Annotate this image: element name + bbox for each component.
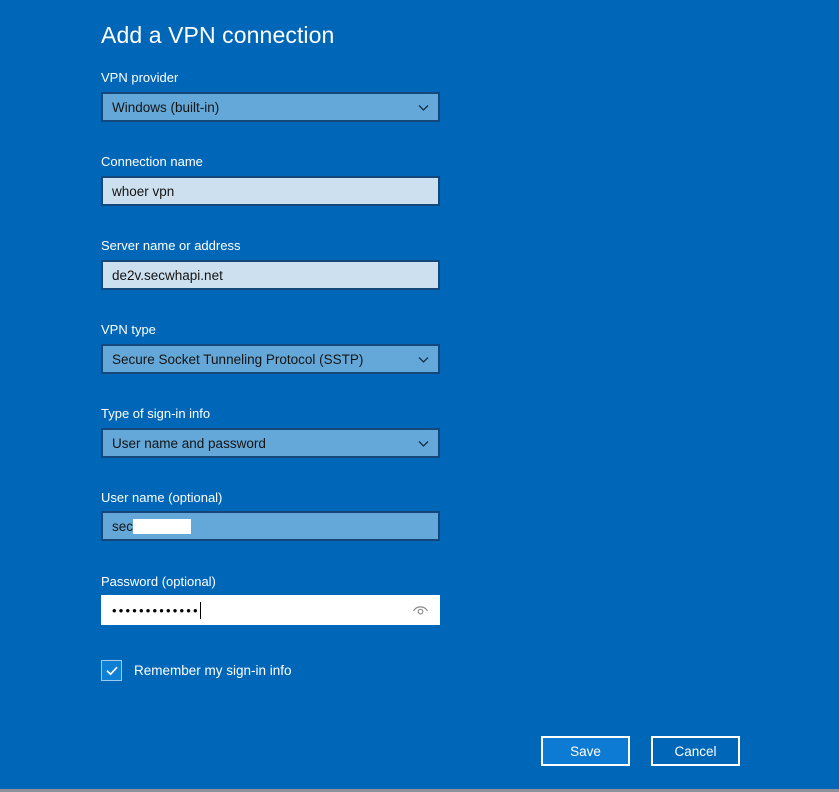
label-server-name: Server name or address (101, 238, 241, 253)
user-name-input[interactable]: sec (101, 511, 440, 541)
vpn-provider-value: Windows (built-in) (112, 99, 220, 115)
vpn-provider-dropdown[interactable]: Windows (built-in) (101, 92, 440, 122)
cancel-button[interactable]: Cancel (651, 736, 740, 766)
eye-reveal-icon[interactable] (411, 601, 429, 619)
label-vpn-type: VPN type (101, 322, 156, 337)
label-user-name: User name (optional) (101, 490, 223, 505)
vpn-type-value: Secure Socket Tunneling Protocol (SSTP) (112, 351, 364, 367)
label-password: Password (optional) (101, 574, 216, 589)
signin-type-dropdown[interactable]: User name and password (101, 428, 440, 458)
text-caret (199, 601, 201, 619)
password-input[interactable]: ••••••••••••• (101, 595, 440, 625)
vpn-type-dropdown[interactable]: Secure Socket Tunneling Protocol (SSTP) (101, 344, 440, 374)
user-name-value: sec (112, 518, 134, 534)
connection-name-input[interactable]: whoer vpn (101, 176, 440, 206)
label-vpn-provider: VPN provider (101, 70, 179, 85)
page-title: Add a VPN connection (101, 22, 335, 48)
remember-signin-checkbox[interactable] (101, 660, 122, 681)
user-name-redaction (133, 518, 192, 534)
remember-signin-row[interactable]: Remember my sign-in info (101, 660, 292, 681)
server-name-value: de2v.secwhapi.net (112, 267, 223, 283)
signin-type-value: User name and password (112, 435, 266, 451)
label-signin-type: Type of sign-in info (101, 406, 211, 421)
password-value: ••••••••••••• (112, 602, 200, 618)
chevron-down-icon (408, 94, 438, 120)
chevron-down-icon (408, 430, 438, 456)
connection-name-value: whoer vpn (112, 183, 175, 199)
chevron-down-icon (408, 346, 438, 372)
remember-signin-label: Remember my sign-in info (134, 663, 292, 678)
label-connection-name: Connection name (101, 154, 203, 169)
server-name-input[interactable]: de2v.secwhapi.net (101, 260, 440, 290)
save-button[interactable]: Save (541, 736, 630, 766)
add-vpn-connection-dialog: Add a VPN connection VPN provider Window… (0, 0, 839, 789)
